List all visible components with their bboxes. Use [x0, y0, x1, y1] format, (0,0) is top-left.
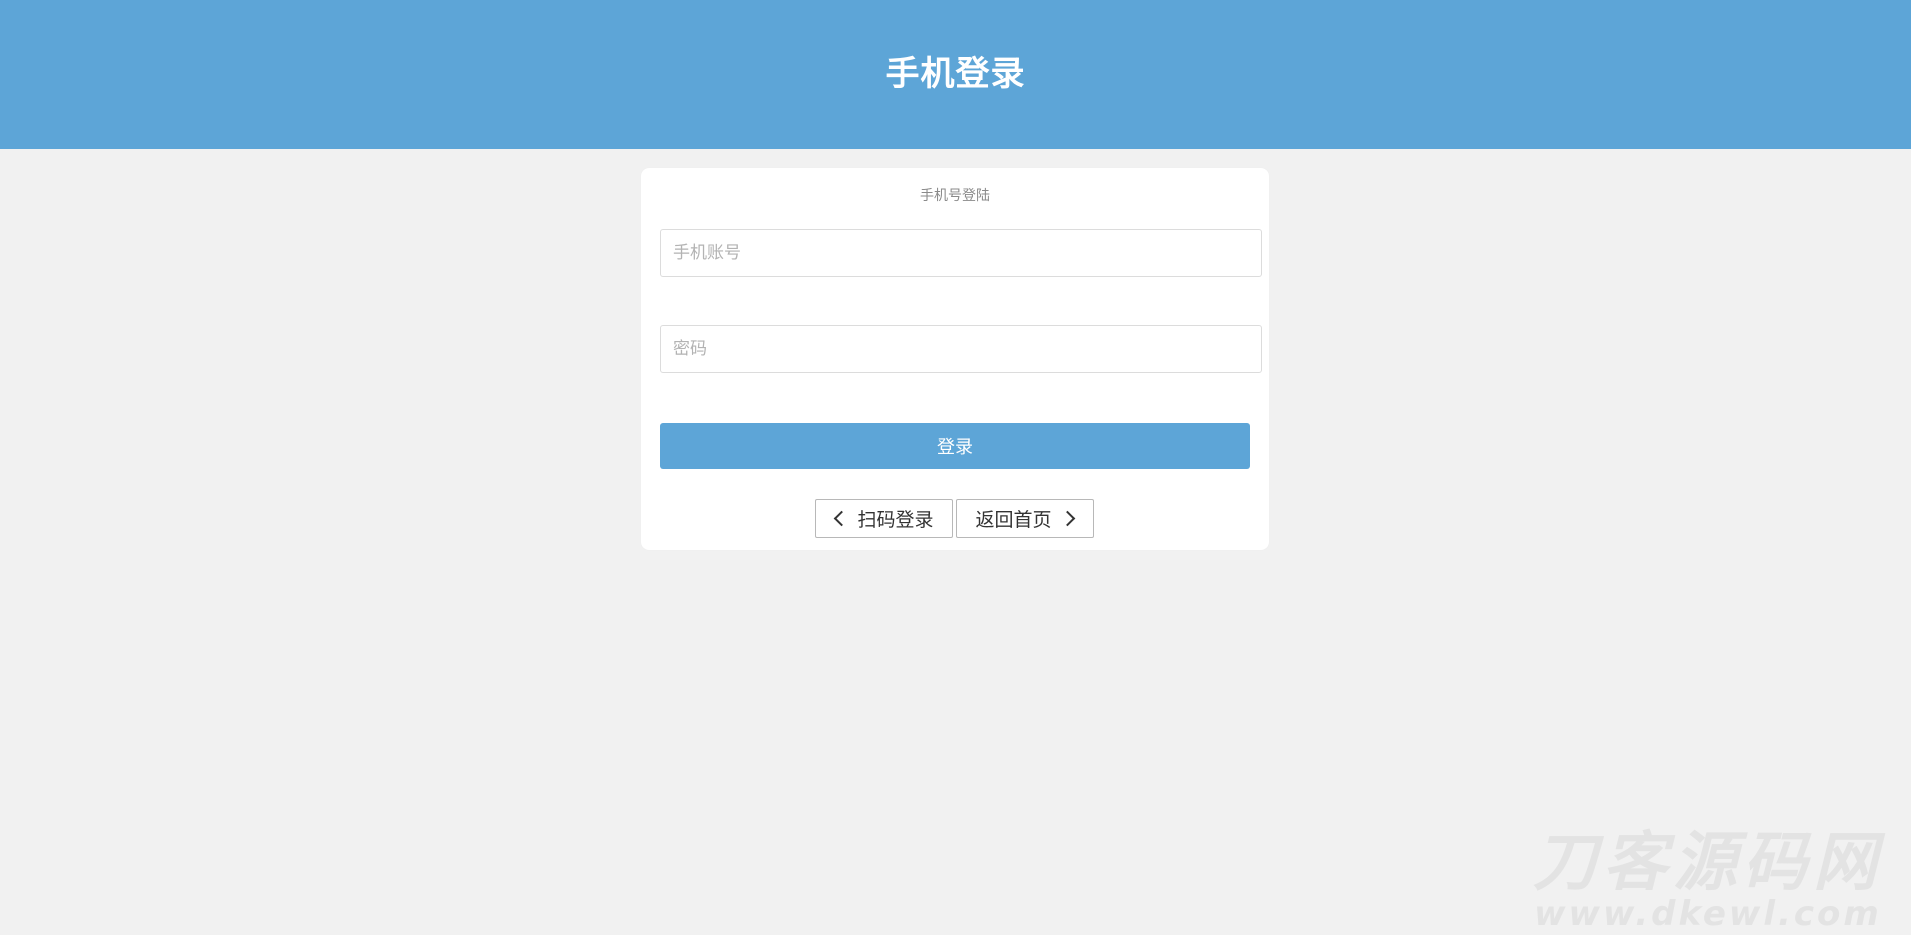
page-title: 手机登录: [885, 54, 1026, 94]
login-card-subtitle: 手机号登陆: [920, 188, 990, 204]
login-card: 手机号登陆 登录 扫码登录 返回首页: [641, 168, 1269, 550]
chevron-left-icon: [834, 510, 850, 527]
back-home-button[interactable]: 返回首页: [956, 499, 1094, 538]
page-header: 手机登录: [0, 0, 1911, 149]
phone-input[interactable]: [660, 229, 1262, 277]
chevron-right-icon: [1059, 510, 1075, 527]
login-button-label: 登录: [937, 437, 973, 458]
login-button[interactable]: 登录: [660, 423, 1250, 469]
watermark-main: 刀客源码网: [1533, 826, 1883, 900]
scan-login-button[interactable]: 扫码登录: [815, 499, 953, 538]
watermark: 刀客源码网 www.dkewl.com: [1523, 830, 1893, 935]
scan-login-label: 扫码登录: [857, 509, 934, 531]
back-home-label: 返回首页: [975, 509, 1052, 531]
watermark-sub: www.dkewl.com: [1534, 894, 1882, 934]
password-input[interactable]: [660, 325, 1262, 373]
